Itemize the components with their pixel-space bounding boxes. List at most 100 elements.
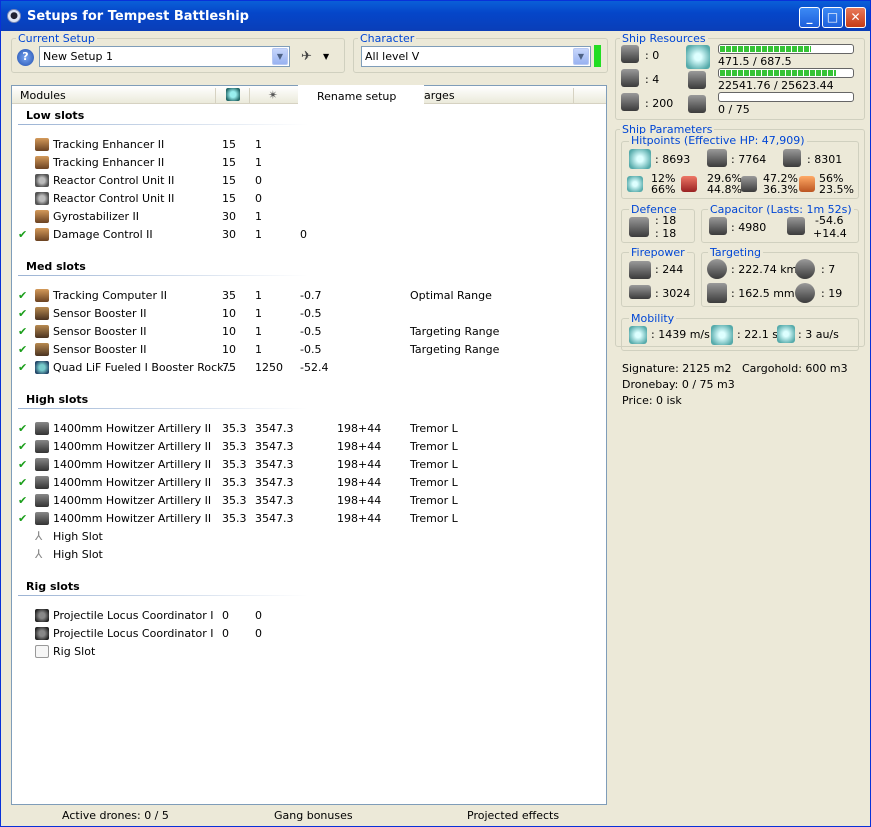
module-damage: 198+44 bbox=[337, 422, 382, 435]
defence-icon bbox=[629, 217, 649, 237]
module-row[interactable]: ⅄ High Slot bbox=[12, 546, 606, 564]
module-row[interactable]: ✔ 1400mm Howitzer Artillery II 35.3 3547.3 1… bbox=[12, 438, 606, 456]
module-row[interactable]: ✔ Quad LiF Fueled I Booster Rock... 75 1250… bbox=[12, 359, 606, 377]
online-check-icon[interactable]: ✔ bbox=[18, 476, 27, 489]
setup-select[interactable]: New Setup 1 ▼ bbox=[39, 46, 290, 67]
maximize-button[interactable]: □ bbox=[822, 7, 843, 28]
module-powergrid: 0 bbox=[255, 192, 262, 205]
capacitor-value: : 4980 bbox=[731, 221, 767, 234]
rig-icon bbox=[35, 609, 49, 622]
launcher-icon bbox=[621, 69, 639, 87]
cpu-bar bbox=[718, 44, 854, 54]
column-powergrid[interactable]: ✴ bbox=[250, 88, 299, 103]
calibration-icon bbox=[621, 93, 639, 111]
powergrid-bar bbox=[718, 68, 854, 78]
module-powergrid: 0 bbox=[255, 609, 262, 622]
drone-bandwidth-icon bbox=[688, 95, 706, 113]
module-charge: Tremor L bbox=[410, 512, 458, 525]
signature-value: Signature: 2125 m2 bbox=[622, 362, 732, 375]
module-powergrid: 1 bbox=[255, 156, 262, 169]
module-row[interactable]: ✔ Sensor Booster II 10 1 -0.5 bbox=[12, 305, 606, 323]
module-row[interactable]: Reactor Control Unit II 15 0 bbox=[12, 172, 606, 190]
module-row[interactable]: ✔ 1400mm Howitzer Artillery II 35.3 3547.3 1… bbox=[12, 492, 606, 510]
module-row[interactable]: Reactor Control Unit II 15 0 bbox=[12, 190, 606, 208]
sensor-strength-icon bbox=[795, 283, 815, 303]
cap-recharge-icon bbox=[787, 217, 805, 235]
module-row[interactable]: ✔ 1400mm Howitzer Artillery II 35.3 3547.3 1… bbox=[12, 420, 606, 438]
modules-list[interactable]: Modules ✴ arges Low slots Tracking Enhan… bbox=[11, 85, 607, 805]
module-powergrid: 1 bbox=[255, 138, 262, 151]
online-check-icon[interactable]: ✔ bbox=[18, 512, 27, 525]
module-name: 1400mm Howitzer Artillery II bbox=[53, 458, 212, 471]
right-panel: Ship Resources : 0 : 4 : 200 471.5 / 687… bbox=[615, 31, 865, 821]
active-drones-button[interactable]: Active drones: 0 / 5 bbox=[62, 809, 169, 822]
online-check-icon[interactable]: ✔ bbox=[18, 228, 27, 241]
online-check-icon[interactable]: ✔ bbox=[18, 494, 27, 507]
module-row[interactable]: ✔ 1400mm Howitzer Artillery II 35.3 3547.3 1… bbox=[12, 456, 606, 474]
character-select[interactable]: All level V ▼ bbox=[361, 46, 591, 67]
online-check-icon[interactable]: ✔ bbox=[18, 422, 27, 435]
online-check-icon[interactable]: ✔ bbox=[18, 325, 27, 338]
gun-icon bbox=[35, 494, 49, 507]
med-slots-heading: Med slots bbox=[26, 260, 86, 273]
warp-speed-icon bbox=[777, 325, 795, 343]
online-check-icon[interactable]: ✔ bbox=[18, 440, 27, 453]
column-extra[interactable] bbox=[424, 88, 574, 103]
module-cpu: 35 bbox=[222, 289, 236, 302]
module-row[interactable]: ✔ Tracking Computer II 35 1 -0.7 Optimal Rang… bbox=[12, 287, 606, 305]
online-check-icon[interactable]: ✔ bbox=[18, 458, 27, 471]
online-check-icon[interactable]: ✔ bbox=[18, 343, 27, 356]
rig-slots-heading: Rig slots bbox=[26, 580, 80, 593]
module-name: Rig Slot bbox=[53, 645, 96, 658]
module-row[interactable]: ✔ Damage Control II 30 1 0 bbox=[12, 226, 606, 244]
column-cpu[interactable] bbox=[216, 88, 250, 103]
em-resist-icon bbox=[627, 176, 643, 192]
module-row[interactable]: ✔ 1400mm Howitzer Artillery II 35.3 3547.3 1… bbox=[12, 510, 606, 528]
price-value: Price: 0 isk bbox=[622, 394, 682, 407]
divider bbox=[18, 595, 308, 596]
sensor-icon bbox=[35, 307, 49, 320]
rename-setup-label: Rename setup bbox=[317, 90, 397, 103]
module-name: Tracking Enhancer II bbox=[53, 156, 165, 169]
module-row[interactable]: ✔ Sensor Booster II 10 1 -0.5 Targeting Range bbox=[12, 323, 606, 341]
module-powergrid: 3547.3 bbox=[255, 476, 294, 489]
module-row[interactable]: Tracking Enhancer II 15 1 bbox=[12, 136, 606, 154]
module-row[interactable]: ✔ Sensor Booster II 10 1 -0.5 Targeting Range bbox=[12, 341, 606, 359]
module-charge: Targeting Range bbox=[410, 343, 500, 356]
column-modules[interactable]: Modules bbox=[12, 88, 216, 103]
targeting-range-icon bbox=[707, 259, 727, 279]
module-row[interactable]: Projectile Locus Coordinator I 0 0 bbox=[12, 625, 606, 643]
minimize-button[interactable]: _ bbox=[799, 7, 820, 28]
current-setup-label: Current Setup bbox=[16, 32, 97, 45]
module-row[interactable]: Projectile Locus Coordinator I 0 0 bbox=[12, 607, 606, 625]
rename-setup-tooltip[interactable]: Rename setup bbox=[298, 85, 424, 108]
title-bar[interactable]: ● Setups for Tempest Battleship _ □ ✕ bbox=[1, 1, 870, 31]
module-row[interactable]: Rig Slot bbox=[12, 643, 606, 661]
module-cpu: 0 bbox=[222, 609, 229, 622]
slot-icon: ⅄ bbox=[35, 547, 43, 561]
ship-menu-button[interactable]: ✈ ▼ bbox=[301, 49, 333, 67]
window-title: Setups for Tempest Battleship bbox=[27, 9, 249, 24]
projected-effects-button[interactable]: Projected effects bbox=[467, 809, 559, 822]
thermal-resist-icon bbox=[681, 176, 697, 192]
speed-icon bbox=[629, 326, 647, 344]
module-row[interactable]: ⅄ High Slot bbox=[12, 528, 606, 546]
character-status-indicator bbox=[594, 45, 601, 67]
gang-bonuses-button[interactable]: Gang bonuses bbox=[274, 809, 353, 822]
module-name: Tracking Enhancer II bbox=[53, 138, 165, 151]
module-row[interactable]: Gyrostabilizer II 30 1 bbox=[12, 208, 606, 226]
module-row[interactable]: Tracking Enhancer II 15 1 bbox=[12, 154, 606, 172]
shield-icon bbox=[629, 149, 651, 169]
scan-resolution-value: : 162.5 mm bbox=[731, 287, 795, 300]
online-check-icon[interactable]: ✔ bbox=[18, 361, 27, 374]
online-check-icon[interactable]: ✔ bbox=[18, 289, 27, 302]
cargohold-value: Cargohold: 600 m3 bbox=[742, 362, 848, 375]
gun-icon bbox=[35, 440, 49, 453]
module-row[interactable]: ✔ 1400mm Howitzer Artillery II 35.3 3547.3 1… bbox=[12, 474, 606, 492]
status-bar: Active drones: 0 / 5 Gang bonuses Projec… bbox=[11, 807, 607, 825]
close-button[interactable]: ✕ bbox=[845, 7, 866, 28]
help-icon[interactable]: ? bbox=[17, 49, 34, 66]
online-check-icon[interactable]: ✔ bbox=[18, 307, 27, 320]
module-cpu: 10 bbox=[222, 343, 236, 356]
max-targets-icon bbox=[795, 259, 815, 279]
